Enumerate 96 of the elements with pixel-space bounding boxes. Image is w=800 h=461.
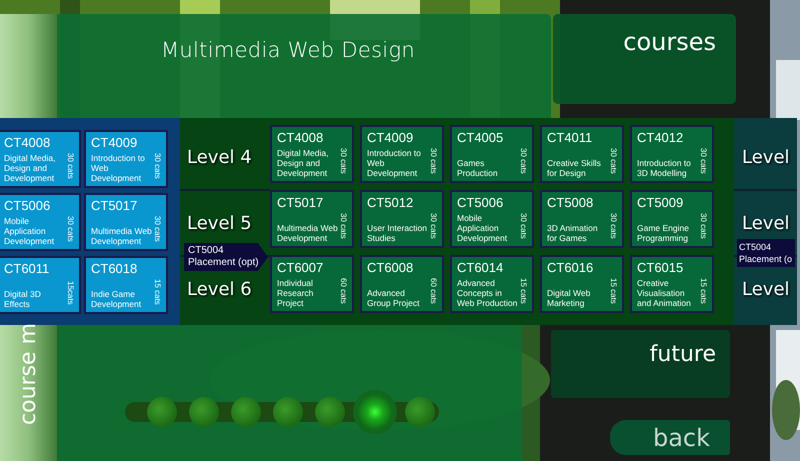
module-credits: 30 cats — [609, 213, 618, 239]
placement-tag[interactable]: CT5004 Placement (o — [737, 239, 795, 267]
module-code: CT4008 — [4, 134, 52, 150]
module-credits: 30 cats — [519, 148, 528, 174]
module-title: Advanced Concepts in Web Production — [457, 278, 518, 308]
module-title: Introduction to 3D Modelling — [637, 158, 692, 178]
future-button[interactable]: future — [551, 330, 730, 398]
module-code: CT6008 — [367, 260, 414, 275]
module-credits: 60 cats — [429, 278, 438, 304]
module-title: Introduction to Web Development — [367, 148, 422, 178]
module-credits: 30 cats — [66, 216, 75, 242]
module-title: Digital Media, Design and Development — [277, 148, 330, 178]
module-credits: 30 cats — [339, 213, 348, 239]
module-card[interactable]: CT4008 Digital Media, Design and Development 30 cats — [270, 125, 354, 183]
slider-stop[interactable] — [189, 397, 219, 427]
module-title: Creative Visualisation and Animation — [637, 278, 692, 308]
level-label: Level — [742, 278, 790, 300]
module-credits: 30 cats — [153, 216, 162, 242]
module-title: Mobile Application Development — [457, 213, 508, 243]
module-title: Introduction to Web Development — [91, 152, 146, 182]
module-code: CT4008 — [277, 130, 324, 145]
module-code: CT6018 — [91, 260, 138, 276]
placement-label: Placement (opt) — [188, 257, 260, 269]
level-label: Level 5 — [187, 212, 252, 234]
module-title: Game Engine Programming — [637, 223, 690, 243]
module-credits: 30 cats — [609, 148, 618, 174]
module-title: Digital 3D Effects — [4, 288, 42, 308]
slider-stop[interactable] — [353, 390, 397, 434]
placement-code: CT5004 — [739, 241, 772, 253]
module-code: CT5009 — [637, 195, 684, 210]
placement-label: Placement (o — [739, 253, 794, 265]
module-credits: 15 cats — [153, 278, 162, 304]
module-title: Mobile Application Development — [4, 216, 56, 246]
module-credits: 15 cats — [609, 278, 618, 304]
module-card[interactable]: CT4005 Games Production 30 cats — [450, 125, 534, 183]
side-tab-label: course m — [16, 323, 41, 427]
slider[interactable] — [125, 390, 439, 434]
placement-tag[interactable]: CT5004 Placement (opt) — [184, 243, 268, 271]
module-code: CT6015 — [637, 260, 684, 275]
slider-stop[interactable] — [315, 397, 345, 427]
module-title: Multimedia Web Development — [277, 223, 339, 243]
module-title: Indie Game Development — [91, 288, 142, 308]
module-code: CT5006 — [4, 198, 52, 212]
module-credits: 30 cats — [66, 152, 75, 178]
module-credits: 15cats — [66, 280, 75, 304]
module-code: CT6016 — [547, 260, 594, 275]
module-code: CT6014 — [457, 260, 504, 275]
module-code: CT5017 — [277, 195, 324, 210]
module-credits: 30 cats — [429, 213, 438, 239]
module-card[interactable]: CT6016 Digital Web Marketing 15 cats — [540, 255, 624, 313]
module-title: User Interaction Studies — [367, 223, 428, 243]
module-code: CT6007 — [277, 260, 324, 275]
placement-code: CT5004 — [188, 245, 225, 257]
module-card[interactable]: CT6008 Advanced Group Project 60 cats — [360, 255, 444, 313]
module-card[interactable]: CT5009 Game Engine Programming 30 cats — [630, 190, 714, 248]
module-credits: 30 cats — [699, 213, 708, 239]
module-card[interactable]: CT5008 3D Animation for Games 30 cats — [540, 190, 624, 248]
module-card[interactable]: CT5006 Mobile Application Development 30 cats — [450, 190, 534, 248]
module-title: Digital Web Marketing — [547, 288, 592, 308]
module-card[interactable]: CT6007 Individual Research Project 60 cats — [270, 255, 354, 313]
module-credits: 60 cats — [339, 278, 348, 304]
level-label: Level — [742, 146, 790, 168]
course-title: Multimedia Web Design — [161, 38, 415, 62]
level-label: Level — [742, 212, 790, 234]
module-title: Games Production — [457, 158, 499, 178]
module-credits: 30 cats — [699, 148, 708, 174]
module-title: Individual Research Project — [277, 278, 314, 308]
module-credits: 30 cats — [519, 213, 528, 239]
module-title: 3D Animation for Games — [547, 223, 599, 243]
module-title: Advanced Group Project — [367, 288, 420, 308]
module-code: CT5006 — [457, 195, 504, 210]
module-code: CT4012 — [637, 130, 684, 145]
module-code: CT5008 — [547, 195, 594, 210]
level-label: Level 6 — [187, 278, 252, 300]
module-code: CT4009 — [91, 134, 138, 150]
module-title: Digital Media, Design and Development — [4, 152, 56, 182]
module-title: Multimedia Web Development — [91, 226, 153, 246]
module-credits: 15 cats — [519, 278, 528, 304]
slider-stop[interactable] — [405, 397, 435, 427]
module-code: CT5017 — [91, 198, 138, 212]
module-credits: 30 cats — [339, 148, 348, 174]
module-code: CT6011 — [4, 260, 50, 276]
module-title: Creative Skills for Design — [547, 158, 602, 178]
module-code: CT4005 — [457, 130, 504, 145]
slider-stop[interactable] — [273, 397, 303, 427]
module-credits: 30 cats — [153, 152, 162, 178]
back-button[interactable]: back — [610, 420, 730, 455]
slider-stop[interactable] — [231, 397, 261, 427]
module-credits: 30 cats — [429, 148, 438, 174]
level-label: Level 4 — [187, 146, 252, 168]
slider-stop[interactable] — [147, 397, 177, 427]
module-credits: 15 cats — [699, 278, 708, 304]
module-code: CT4009 — [367, 130, 414, 145]
module-code: CT4011 — [547, 130, 594, 145]
courses-button[interactable]: courses — [553, 14, 736, 104]
module-code: CT5012 — [367, 195, 414, 210]
